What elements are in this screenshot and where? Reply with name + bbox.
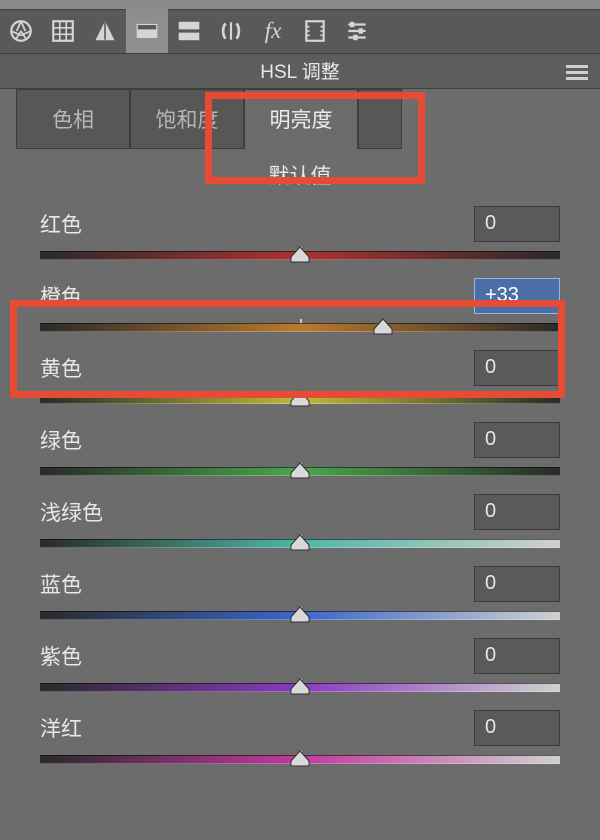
value-input[interactable]: 0 <box>474 494 560 530</box>
slider-knob[interactable] <box>289 749 311 767</box>
slider-track[interactable] <box>40 677 560 699</box>
slider-blue: 蓝色 0 <box>40 563 560 627</box>
fx-icon[interactable]: fx <box>252 9 294 53</box>
filmstrip-icon[interactable] <box>294 9 336 53</box>
slider-label: 洋红 <box>40 713 82 743</box>
slider-yellow: 黄色 0 <box>40 347 560 411</box>
tab-saturation[interactable]: 饱和度 <box>130 89 244 149</box>
slider-aqua: 浅绿色 0 <box>40 491 560 555</box>
center-tick <box>300 319 302 323</box>
slider-knob[interactable] <box>289 245 311 263</box>
value-input[interactable]: 0 <box>474 566 560 602</box>
slider-label: 红色 <box>40 209 82 239</box>
slider-purple: 紫色 0 <box>40 635 560 699</box>
slider-label: 浅绿色 <box>40 497 103 527</box>
value-input[interactable]: +33 <box>474 278 560 314</box>
split-horizontal-icon[interactable] <box>168 9 210 53</box>
slider-label: 橙色 <box>40 281 82 311</box>
slider-knob[interactable] <box>289 533 311 551</box>
slider-track[interactable] <box>40 461 560 483</box>
menu-icon[interactable] <box>566 62 588 83</box>
tab-luminance[interactable]: 明亮度 <box>244 89 358 149</box>
tab-hue[interactable]: 色相 <box>16 89 130 149</box>
slider-knob[interactable] <box>289 605 311 623</box>
tabs: 色相饱和度明亮度 <box>16 89 584 149</box>
slider-track[interactable] <box>40 389 560 411</box>
slider-track[interactable] <box>40 605 560 627</box>
slider-knob[interactable] <box>289 461 311 479</box>
tool-row: fx <box>0 10 600 54</box>
sliders-area: 红色 0 橙色 +33 黄色 0 绿色 0 浅绿色 0 蓝色 0 紫色 0 洋红 0 <box>16 195 584 771</box>
slider-label: 绿色 <box>40 425 82 455</box>
slider-label: 黄色 <box>40 353 82 383</box>
panel-title-row: HSL 调整 <box>0 54 600 89</box>
value-input[interactable]: 0 <box>474 638 560 674</box>
slider-label: 蓝色 <box>40 569 82 599</box>
grid-icon[interactable] <box>42 9 84 53</box>
mirror-icon[interactable] <box>210 9 252 53</box>
main-panel: 色相饱和度明亮度 默认值 红色 0 橙色 +33 黄色 0 绿色 0 浅绿色 0 蓝色 0 紫色 0 洋红 0 <box>16 89 584 840</box>
slider-label: 紫色 <box>40 641 82 671</box>
value-input[interactable]: 0 <box>474 350 560 386</box>
tab-extra[interactable] <box>358 89 402 149</box>
triangle-icon[interactable] <box>84 9 126 53</box>
slider-knob[interactable] <box>372 317 394 335</box>
aperture-icon[interactable] <box>0 9 42 53</box>
slider-red: 红色 0 <box>40 203 560 267</box>
slider-knob[interactable] <box>289 677 311 695</box>
value-input[interactable]: 0 <box>474 206 560 242</box>
value-input[interactable]: 0 <box>474 422 560 458</box>
slider-magenta: 洋红 0 <box>40 707 560 771</box>
panel-title: HSL 调整 <box>260 57 340 84</box>
slider-track[interactable] <box>40 317 560 339</box>
slider-knob[interactable] <box>289 389 311 407</box>
slider-track[interactable] <box>40 245 560 267</box>
sliders-icon[interactable] <box>336 9 378 53</box>
slider-green: 绿色 0 <box>40 419 560 483</box>
slider-track[interactable] <box>40 533 560 555</box>
value-input[interactable]: 0 <box>474 710 560 746</box>
gradient-icon[interactable] <box>126 9 168 53</box>
slider-orange: 橙色 +33 <box>40 275 560 339</box>
slider-track[interactable] <box>40 749 560 771</box>
defaults-button[interactable]: 默认值 <box>16 155 584 195</box>
